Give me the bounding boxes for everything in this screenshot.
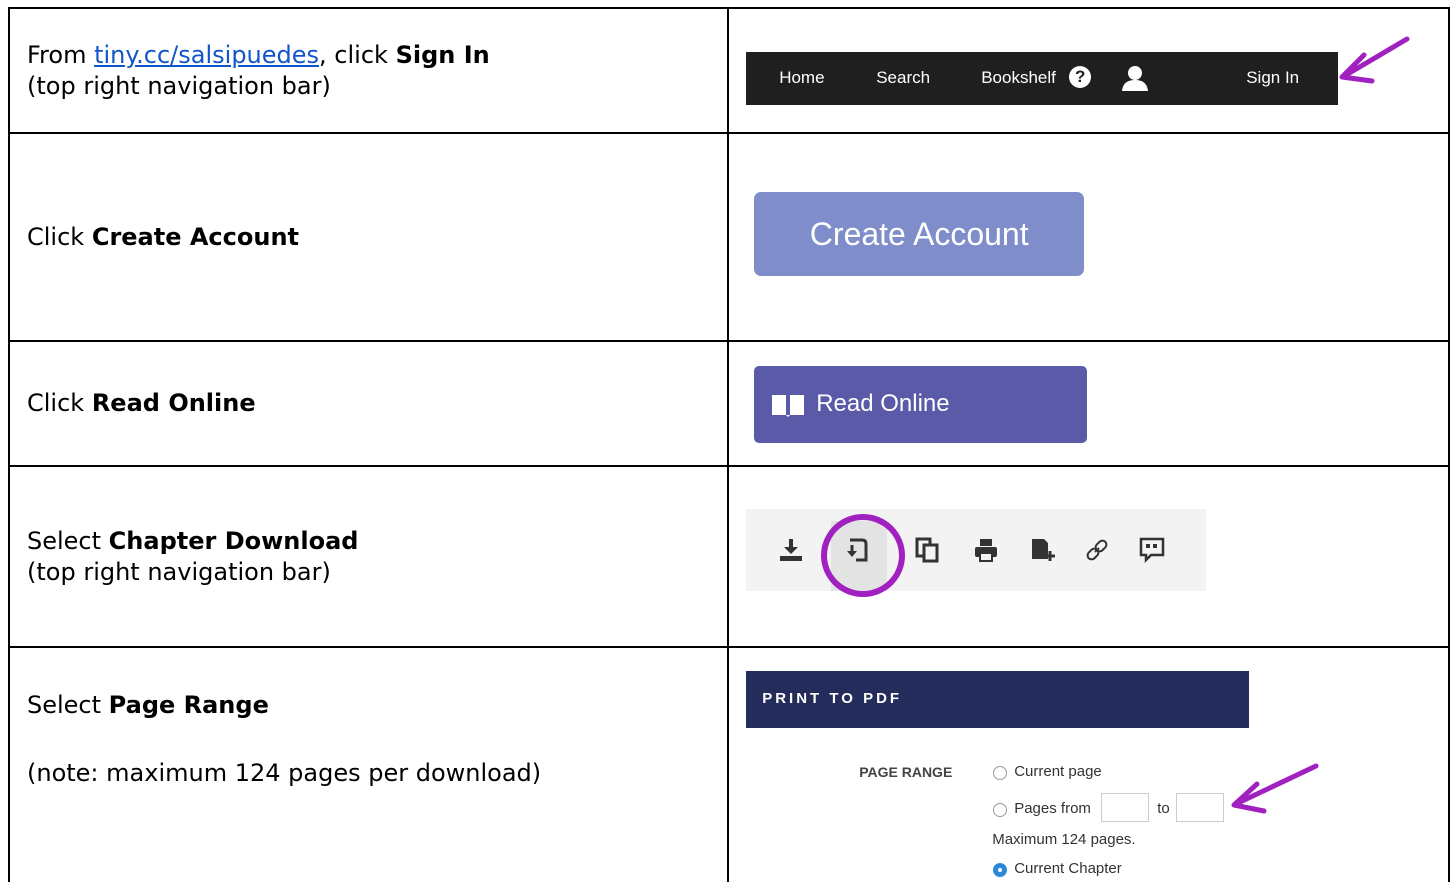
site-navbar: Home Search Bookshelf ? Sign In: [746, 52, 1339, 105]
nav-sign-in[interactable]: Sign In: [1246, 68, 1299, 88]
instruction-table: From tiny.cc/salsipuedes, click Sign In …: [7, 7, 1450, 882]
step-4-text: Select Chapter Download (top right navig…: [7, 465, 730, 648]
step-bold-text: Create Account: [91, 222, 300, 251]
current-page-label: Current page: [1014, 763, 1102, 780]
copy-icon[interactable]: [914, 537, 940, 563]
step-subtext: (top right navigation bar): [27, 557, 331, 586]
step-text: Click: [27, 389, 92, 417]
user-icon[interactable]: [1121, 65, 1149, 91]
nav-home[interactable]: Home: [779, 68, 824, 88]
max-pages-note: Maximum 124 pages.: [992, 831, 1136, 848]
to-label: to: [1157, 800, 1170, 817]
read-online-label: Read Online: [816, 390, 950, 417]
step-text: Select: [27, 526, 109, 555]
step-bold-text: Sign In: [395, 40, 490, 69]
step-bold-text: Chapter Download: [108, 526, 359, 555]
print-to-pdf-header: PRINT TO PDF: [746, 671, 1250, 728]
step-2-text: Click Create Account: [7, 132, 730, 342]
question-circle-icon[interactable]: ?: [1069, 66, 1092, 88]
current-chapter-label: Current Chapter: [1014, 860, 1122, 877]
add-note-icon[interactable]: [1029, 537, 1056, 563]
reader-toolbar: [746, 509, 1207, 591]
link-icon[interactable]: [1084, 537, 1110, 563]
quote-icon[interactable]: [1139, 537, 1165, 563]
nav-search[interactable]: Search: [876, 68, 930, 88]
step-5-image: PRINT TO PDF PAGE RANGE Current page Pag…: [727, 646, 1450, 882]
step-2-image: Create Account: [727, 132, 1450, 342]
page-range-label: PAGE RANGE: [859, 764, 953, 780]
print-icon[interactable]: [973, 537, 999, 563]
salsipuedes-link[interactable]: tiny.cc/salsipuedes: [94, 41, 319, 69]
pages-from-radio[interactable]: [993, 803, 1008, 817]
page-to-input[interactable]: [1176, 793, 1225, 822]
print-to-pdf-title: PRINT TO PDF: [762, 690, 903, 707]
step-text: Select: [27, 691, 109, 719]
step-text: , click: [319, 40, 396, 69]
step-4-image: [727, 465, 1450, 648]
step-1-image: Home Search Bookshelf ? Sign In: [727, 7, 1450, 134]
book-icon: [772, 395, 805, 417]
download-icon[interactable]: [778, 537, 804, 563]
step-text: From: [27, 40, 95, 69]
arrow-annotation-icon: [1231, 763, 1319, 814]
step-subtext: (top right navigation bar): [27, 71, 331, 100]
step-bold-text: Read Online: [91, 389, 256, 417]
create-account-button[interactable]: Create Account: [754, 192, 1085, 276]
arrow-annotation-icon: [1339, 36, 1410, 84]
nav-bookshelf[interactable]: Bookshelf: [981, 68, 1056, 88]
step-5-text: Select Page Range (note: maximum 124 pag…: [7, 646, 730, 882]
highlight-circle-annotation: [821, 514, 906, 597]
step-3-text: Click Read Online: [7, 340, 730, 467]
step-3-image: Read Online: [727, 340, 1450, 467]
step-bold-text: Page Range: [108, 691, 269, 719]
step-note: (note: maximum 124 pages per download): [27, 759, 542, 787]
page-from-input[interactable]: [1101, 793, 1150, 822]
current-page-radio[interactable]: [993, 766, 1008, 780]
pages-from-label: Pages from: [1014, 800, 1091, 817]
read-online-button[interactable]: Read Online: [754, 366, 1088, 443]
step-text: Click: [27, 222, 92, 251]
current-chapter-radio[interactable]: [993, 863, 1008, 877]
step-1-text: From tiny.cc/salsipuedes, click Sign In …: [7, 7, 730, 134]
